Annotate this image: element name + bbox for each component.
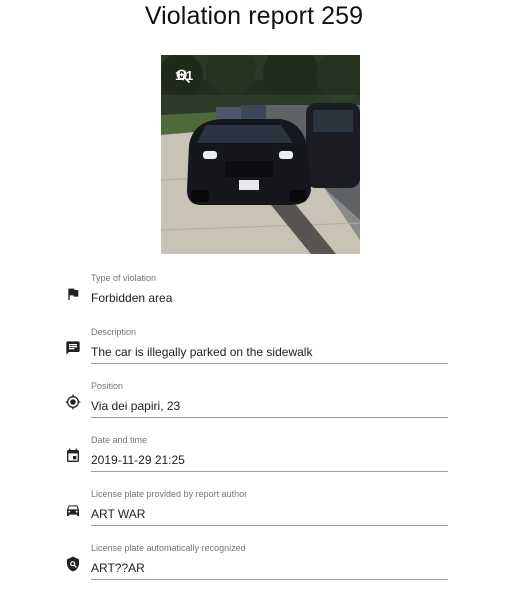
location-target-icon bbox=[65, 394, 81, 410]
calendar-icon bbox=[65, 448, 81, 464]
field-label: Description bbox=[91, 327, 137, 337]
field-label: License plate provided by report author bbox=[91, 489, 248, 499]
field-value[interactable]: Via dei papiri, 23 bbox=[91, 398, 448, 414]
violation-photo[interactable]: 1/1 bbox=[161, 55, 360, 254]
field-value[interactable]: ART WAR bbox=[91, 506, 448, 522]
zoom-in-icon[interactable] bbox=[175, 68, 191, 84]
field-date-time[interactable]: Date and time 2019-11-29 21:25 bbox=[91, 434, 448, 472]
field-label: License plate automatically recognized bbox=[91, 543, 246, 553]
shield-search-icon bbox=[65, 556, 81, 572]
field-plate-author[interactable]: License plate provided by report author … bbox=[91, 488, 448, 526]
field-label: Date and time bbox=[91, 435, 148, 445]
field-plate-recognized[interactable]: License plate automatically recognized A… bbox=[91, 542, 448, 580]
page-title: Violation report 259 bbox=[144, 2, 364, 30]
field-underline bbox=[91, 525, 448, 526]
field-value[interactable]: ART??AR bbox=[91, 560, 448, 576]
field-description[interactable]: Description The car is illegally parked … bbox=[91, 326, 448, 364]
field-label: Type of violation bbox=[91, 273, 157, 283]
field-value: Forbidden area bbox=[91, 291, 173, 305]
field-value[interactable]: 2019-11-29 21:25 bbox=[91, 452, 448, 468]
field-underline bbox=[91, 579, 448, 580]
field-position[interactable]: Position Via dei papiri, 23 bbox=[91, 380, 448, 418]
field-underline bbox=[91, 417, 448, 418]
violation-photo-image bbox=[161, 55, 360, 254]
field-value[interactable]: The car is illegally parked on the sidew… bbox=[91, 344, 448, 360]
photo-counter: 1/1 bbox=[175, 68, 193, 83]
car-icon bbox=[65, 502, 81, 518]
field-underline bbox=[91, 363, 448, 364]
field-label: Position bbox=[91, 381, 124, 391]
field-type-of-violation: Type of violation Forbidden area bbox=[91, 272, 448, 306]
flag-icon bbox=[65, 286, 81, 302]
field-underline bbox=[91, 471, 448, 472]
message-icon bbox=[65, 340, 81, 356]
